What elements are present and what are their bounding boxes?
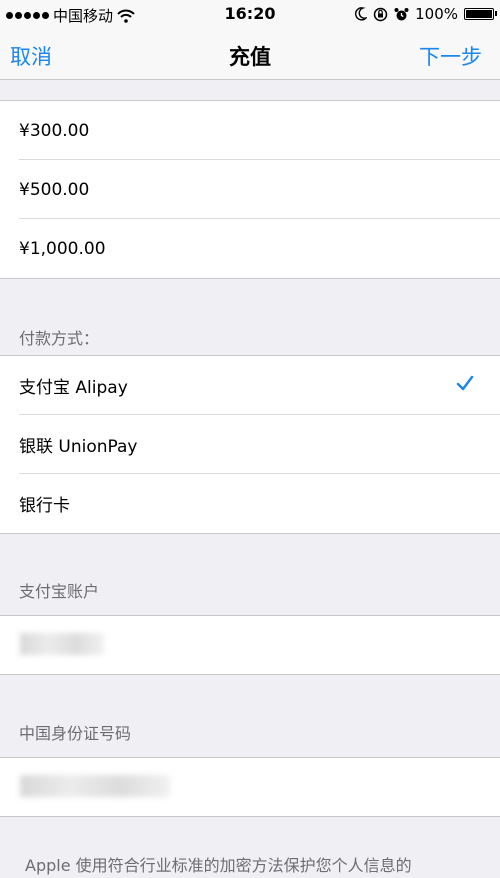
orientation-lock-icon: [373, 7, 388, 21]
payment-option-bank-card[interactable]: 银行卡: [0, 474, 500, 533]
redacted-id-number: [20, 775, 170, 797]
amount-list: ¥300.00 ¥500.00 ¥1,000.00: [0, 100, 500, 278]
status-right: 100%: [354, 5, 497, 23]
battery-fill: [466, 10, 492, 18]
amount-label: ¥1,000.00: [19, 238, 106, 259]
checkmark-icon: [456, 375, 474, 391]
next-step-button[interactable]: 下一步: [419, 41, 482, 71]
alipay-account-header: 支付宝账户: [19, 582, 100, 601]
privacy-footer-text: Apple 使用符合行业标准的加密方法保护您个人信息的: [25, 856, 412, 875]
amount-label: ¥300.00: [19, 120, 90, 141]
amount-option-500[interactable]: ¥500.00: [0, 160, 500, 219]
payment-method-list: 支付宝 Alipay 银联 UnionPay 银行卡: [0, 356, 500, 533]
redacted-alipay-account: [20, 633, 104, 655]
battery-icon: [464, 8, 497, 20]
payment-option-alipay[interactable]: 支付宝 Alipay: [0, 356, 500, 415]
divider: [0, 278, 500, 279]
payment-option-label: 银联 UnionPay: [19, 437, 138, 457]
id-number-field[interactable]: [0, 758, 500, 816]
amount-label: ¥500.00: [19, 179, 90, 200]
payment-option-label: 支付宝 Alipay: [19, 378, 128, 398]
status-bar: 中国移动 16:20 100%: [0, 0, 500, 30]
payment-option-label: 银行卡: [19, 496, 70, 516]
payment-option-unionpay[interactable]: 银联 UnionPay: [0, 415, 500, 474]
divider: [0, 533, 500, 534]
divider: [0, 816, 500, 817]
alipay-account-field[interactable]: [0, 616, 500, 674]
id-number-header: 中国身份证号码: [19, 724, 132, 743]
battery-percent: 100%: [415, 5, 458, 23]
amount-option-300[interactable]: ¥300.00: [0, 101, 500, 160]
amount-option-1000[interactable]: ¥1,000.00: [0, 219, 500, 278]
divider: [0, 674, 500, 675]
navigation-bar: 取消 充值 下一步: [0, 30, 500, 80]
payment-method-header: 付款方式：: [19, 329, 100, 348]
alarm-icon: [394, 7, 409, 20]
moon-icon: [355, 7, 368, 21]
